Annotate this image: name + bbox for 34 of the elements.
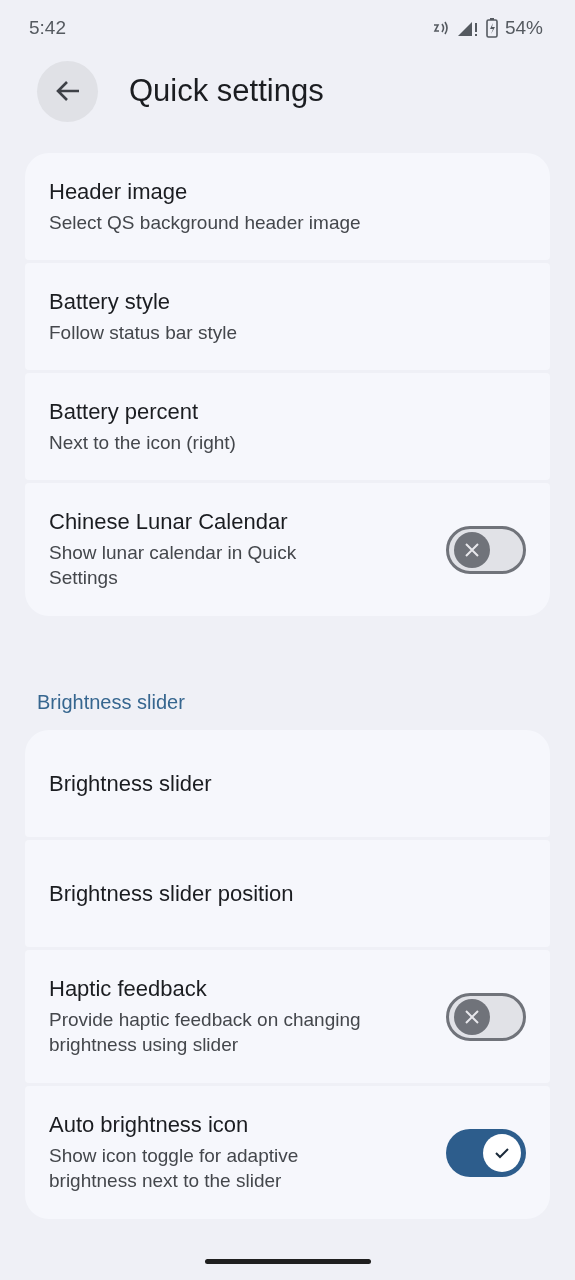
- item-title: Battery percent: [49, 398, 200, 425]
- item-summary: Next to the icon (right): [49, 430, 237, 455]
- item-summary: Provide haptic feedback on changing brightness using slider: [49, 1008, 362, 1057]
- item-title: Brightness slider position: [49, 880, 295, 907]
- item-title: Auto brightness icon: [49, 1112, 250, 1138]
- item-summary: Select QS background header image: [49, 210, 362, 235]
- close-icon: [463, 540, 481, 559]
- page-title: Quick settings: [129, 73, 324, 109]
- battery-percent: 54%: [504, 16, 543, 39]
- settings-item[interactable]: Battery percent Next to the icon (right): [25, 373, 550, 480]
- settings-item[interactable]: Brightness slider position: [25, 840, 550, 947]
- item-title: Battery style: [49, 288, 172, 315]
- item-title: Haptic feedback: [49, 976, 208, 1002]
- item-title: Brightness slider: [49, 770, 213, 797]
- item-summary: Follow status bar style: [49, 320, 238, 345]
- nfc-icon: [431, 20, 450, 35]
- settings-item[interactable]: Auto brightness icon Show icon toggle for adaptive brightness next to the slider: [25, 1086, 550, 1219]
- item-summary: Show lunar calendar in Quick Settings: [49, 541, 298, 590]
- settings-item[interactable]: Haptic feedback Provide haptic feedback on changing brightness using slider: [25, 950, 550, 1083]
- clock-time: 5:42: [29, 16, 66, 39]
- toggle-switch[interactable]: [446, 525, 526, 574]
- battery-charging-icon: [485, 17, 498, 38]
- close-icon: [463, 1007, 481, 1026]
- settings-item[interactable]: Header image Select QS background header image: [25, 153, 550, 260]
- item-title: Chinese Lunar Calendar: [49, 509, 289, 535]
- settings-item[interactable]: Battery style Follow status bar style: [25, 263, 550, 370]
- settings-item[interactable]: Brightness slider: [25, 730, 550, 837]
- item-title: Header image: [49, 178, 189, 205]
- item-summary: Show icon toggle for adaptive brightness next to the slider: [49, 1144, 300, 1193]
- section-heading: Brightness slider: [36, 690, 186, 715]
- settings-item[interactable]: Chinese Lunar Calendar Show lunar calendar in Quick Settings: [25, 483, 550, 616]
- toggle-switch[interactable]: [446, 1128, 526, 1177]
- toggle-switch[interactable]: [446, 992, 526, 1041]
- back-arrow-icon: [54, 80, 81, 102]
